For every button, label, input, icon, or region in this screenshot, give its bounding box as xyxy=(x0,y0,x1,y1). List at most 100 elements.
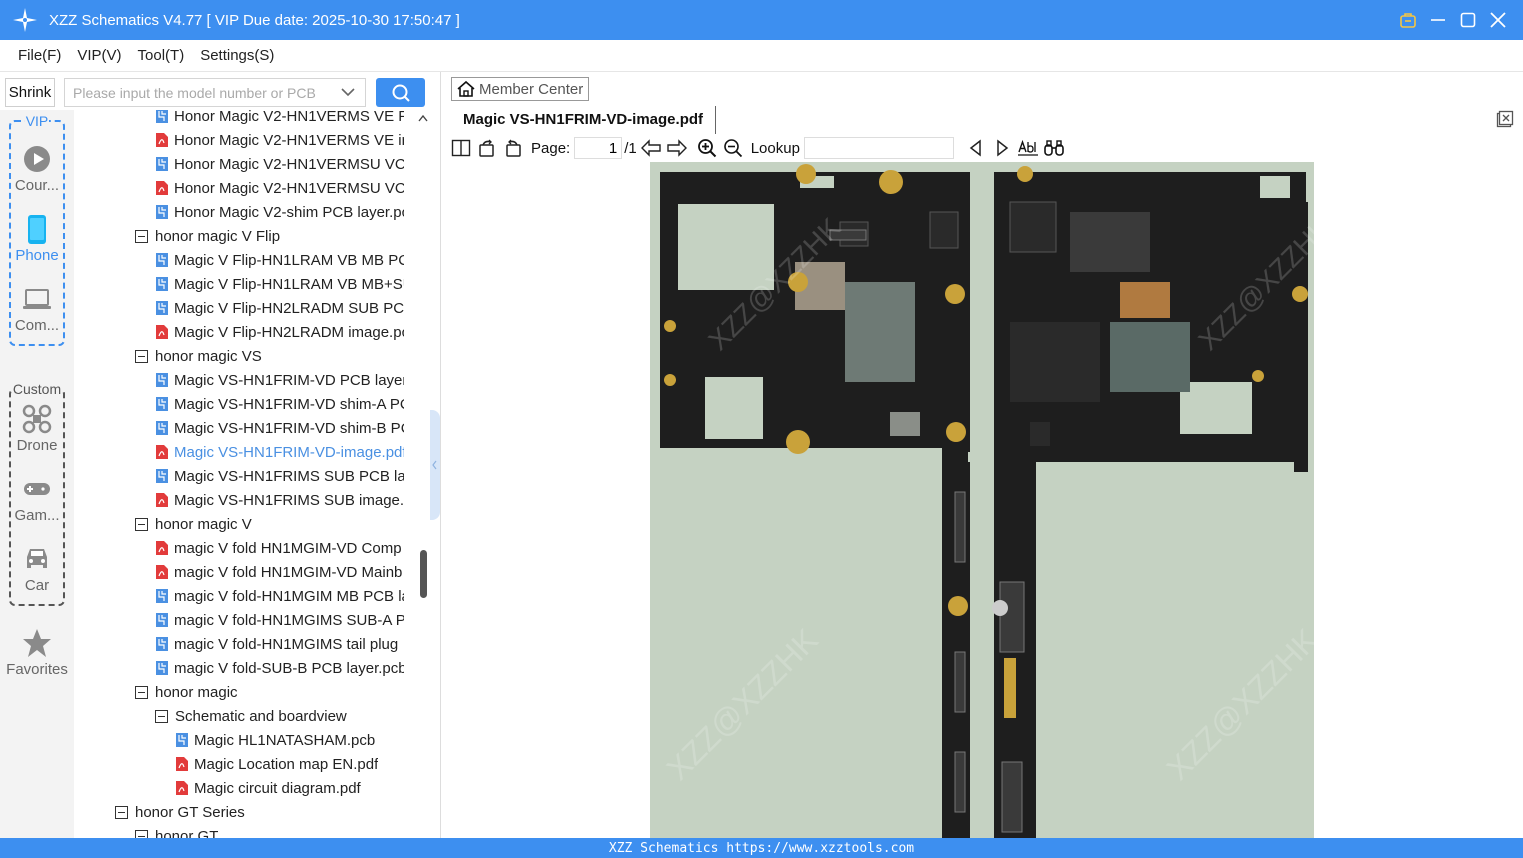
zoom-in-button[interactable] xyxy=(695,136,719,160)
tree-file[interactable]: Magic VS-HN1FRIM-VD shim-B PC xyxy=(75,416,415,440)
tree-file[interactable]: Magic VS-HN1FRIM-VD-image.pdf xyxy=(75,440,415,464)
tree-scrollbar[interactable] xyxy=(415,110,429,838)
app-window: { "window": { "title": "XZZ Schematics V… xyxy=(0,0,1523,858)
tree-item-label: Magic VS-HN1FRIMS SUB image.p xyxy=(174,491,404,509)
tree-file[interactable]: magic V fold HN1MGIM-VD Comp xyxy=(75,536,415,560)
search-input[interactable] xyxy=(64,78,366,107)
page-number-input[interactable] xyxy=(574,137,623,159)
menu-tool[interactable]: Tool(T) xyxy=(138,47,185,64)
tree-file[interactable]: magic V fold-HN1MGIM MB PCB la xyxy=(75,584,415,608)
close-tab-icon[interactable] xyxy=(1496,110,1514,128)
find-next-button[interactable] xyxy=(990,136,1014,160)
lookup-input[interactable] xyxy=(803,137,954,159)
search-button[interactable] xyxy=(376,78,425,107)
tree-item-label: Magic VS-HN1FRIM-VD shim-A PC xyxy=(174,395,404,413)
tree-file[interactable]: Magic V Flip-HN2LRADM SUB PCB xyxy=(75,296,415,320)
member-center-label: Member Center xyxy=(479,80,584,98)
chevron-down-icon[interactable] xyxy=(340,84,356,100)
tree-folder[interactable]: honor GT Series xyxy=(75,800,415,824)
tree-folder[interactable]: honor magic V Flip xyxy=(75,224,415,248)
category-courses[interactable]: Cour... xyxy=(0,144,74,195)
document-tab[interactable]: Magic VS-HN1FRIM-VD-image.pdf xyxy=(453,106,717,134)
tree-item-label: Magic circuit diagram.pdf xyxy=(194,779,361,797)
splitter-grip[interactable] xyxy=(430,410,440,520)
category-label: Drone xyxy=(16,437,58,454)
tree-file[interactable]: magic V fold-SUB-B PCB layer.pcb xyxy=(75,656,415,680)
tree-folder[interactable]: honor magic VS xyxy=(75,344,415,368)
collapse-icon[interactable] xyxy=(115,805,128,819)
tree-folder[interactable]: Schematic and boardview xyxy=(75,704,415,728)
panel-splitter[interactable] xyxy=(430,110,440,838)
category-car[interactable]: Car xyxy=(0,544,74,595)
zoom-out-button[interactable] xyxy=(721,136,745,160)
tree-file[interactable]: Magic Location map EN.pdf xyxy=(75,752,415,776)
tree-file[interactable]: magic V fold-HN1MGIMS SUB-A P xyxy=(75,608,415,632)
tree-item-label: Magic VS-HN1FRIM-VD shim-B PC xyxy=(174,419,404,437)
tree-file[interactable]: Honor Magic V2-HN1VERMSU VC xyxy=(75,152,415,176)
collapse-icon[interactable] xyxy=(135,517,148,531)
document-area[interactable]: XZZ@XZZHK XZZ@XZZHK XZZ@XZZHK XZZ@XZZHK xyxy=(441,162,1523,838)
vip-bag-button[interactable] xyxy=(1393,0,1423,40)
category-computer[interactable]: Com... xyxy=(0,284,74,335)
minimize-button[interactable] xyxy=(1423,0,1453,40)
pdf-viewer: Member Center Magic VS-HN1FRIM-VD-image.… xyxy=(440,72,1523,838)
menu-settings[interactable]: Settings(S) xyxy=(200,47,274,64)
tree-file[interactable]: Magic VS-HN1FRIM-VD shim-A PC xyxy=(75,392,415,416)
category-rail: VIP Custom Cour... Phone Com... Drone Ga… xyxy=(0,110,74,838)
tree-file[interactable]: Honor Magic V2-HN1VERMSU VC xyxy=(75,176,415,200)
menu-vip[interactable]: VIP(V) xyxy=(77,47,121,64)
menu-file[interactable]: File(F) xyxy=(18,47,61,64)
tree-folder[interactable]: honor magic xyxy=(75,680,415,704)
favorites[interactable]: Favorites xyxy=(0,628,74,679)
rotate-left-button[interactable] xyxy=(475,136,499,160)
tree-file[interactable]: Magic circuit diagram.pdf xyxy=(75,776,415,800)
tree-item-label: magic V fold-HN1MGIMS tail plug xyxy=(174,635,399,653)
category-drone[interactable]: Drone xyxy=(0,404,74,455)
maximize-button[interactable] xyxy=(1453,0,1483,40)
next-page-button[interactable] xyxy=(665,136,689,160)
find-all-button[interactable] xyxy=(1042,136,1066,160)
tree-item-label: honor GT Series xyxy=(135,803,245,821)
chevron-up-icon[interactable] xyxy=(418,114,428,122)
close-button[interactable] xyxy=(1483,0,1513,40)
find-previous-button[interactable] xyxy=(964,136,988,160)
tree-item-label: magic V fold-SUB-B PCB layer.pcb xyxy=(174,659,404,677)
rotate-right-button[interactable] xyxy=(501,136,525,160)
previous-page-button[interactable] xyxy=(639,136,663,160)
tree-file[interactable]: Honor Magic V2-shim PCB layer.pc xyxy=(75,200,415,224)
collapse-icon[interactable] xyxy=(135,685,148,699)
document-tabbar: Magic VS-HN1FRIM-VD-image.pdf xyxy=(441,106,1523,134)
tree-file[interactable]: Honor Magic V2-HN1VERMS VE im xyxy=(75,128,415,152)
collapse-icon[interactable] xyxy=(135,829,148,838)
tree-folder[interactable]: honor GT xyxy=(75,824,415,838)
tree-folder[interactable]: honor magic V xyxy=(75,512,415,536)
tree-item-label: honor magic xyxy=(155,683,238,701)
tree-file[interactable]: Honor Magic V2-HN1VERMS VE PC xyxy=(75,110,415,128)
tree-file[interactable]: Magic HL1NATASHAM.pcb xyxy=(75,728,415,752)
tree-file[interactable]: magic V fold HN1MGIM-VD Mainb xyxy=(75,560,415,584)
member-center-button[interactable]: Member Center xyxy=(451,77,589,101)
tree-file[interactable]: magic V fold-HN1MGIMS tail plug xyxy=(75,632,415,656)
toggle-sidebar-button[interactable] xyxy=(449,136,473,160)
pdf-page[interactable]: XZZ@XZZHK XZZ@XZZHK XZZ@XZZHK XZZ@XZZHK xyxy=(650,162,1314,838)
category-phone[interactable]: Phone xyxy=(0,214,74,265)
tree-file[interactable]: Magic V Flip-HN1LRAM VB MB+SU xyxy=(75,272,415,296)
collapse-icon[interactable] xyxy=(135,349,148,363)
pcb-file-icon xyxy=(156,661,168,675)
tree-file[interactable]: Magic V Flip-HN1LRAM VB MB PC xyxy=(75,248,415,272)
tree-item-label: honor magic VS xyxy=(155,347,262,365)
play-circle-icon xyxy=(24,146,50,172)
category-gaming[interactable]: Gam... xyxy=(0,474,74,525)
status-bar: XZZ Schematics https://www.xzztools.com xyxy=(0,838,1523,858)
file-tree: Honor Magic V2-HN1VERMS VE PC Honor Magic… xyxy=(75,110,415,838)
collapse-icon[interactable] xyxy=(155,709,168,723)
match-case-button[interactable] xyxy=(1016,136,1040,160)
custom-group-label: Custom xyxy=(11,381,63,397)
tree-file[interactable]: Magic VS-HN1FRIM-VD PCB layer.p xyxy=(75,368,415,392)
collapse-icon[interactable] xyxy=(135,229,148,243)
tree-file[interactable]: Magic VS-HN1FRIMS SUB image.p xyxy=(75,488,415,512)
tree-file[interactable]: Magic V Flip-HN2LRADM image.pc xyxy=(75,320,415,344)
tree-file[interactable]: Magic VS-HN1FRIMS SUB PCB laye xyxy=(75,464,415,488)
scroll-thumb[interactable] xyxy=(420,550,427,598)
shrink-button[interactable]: Shrink xyxy=(5,78,55,107)
